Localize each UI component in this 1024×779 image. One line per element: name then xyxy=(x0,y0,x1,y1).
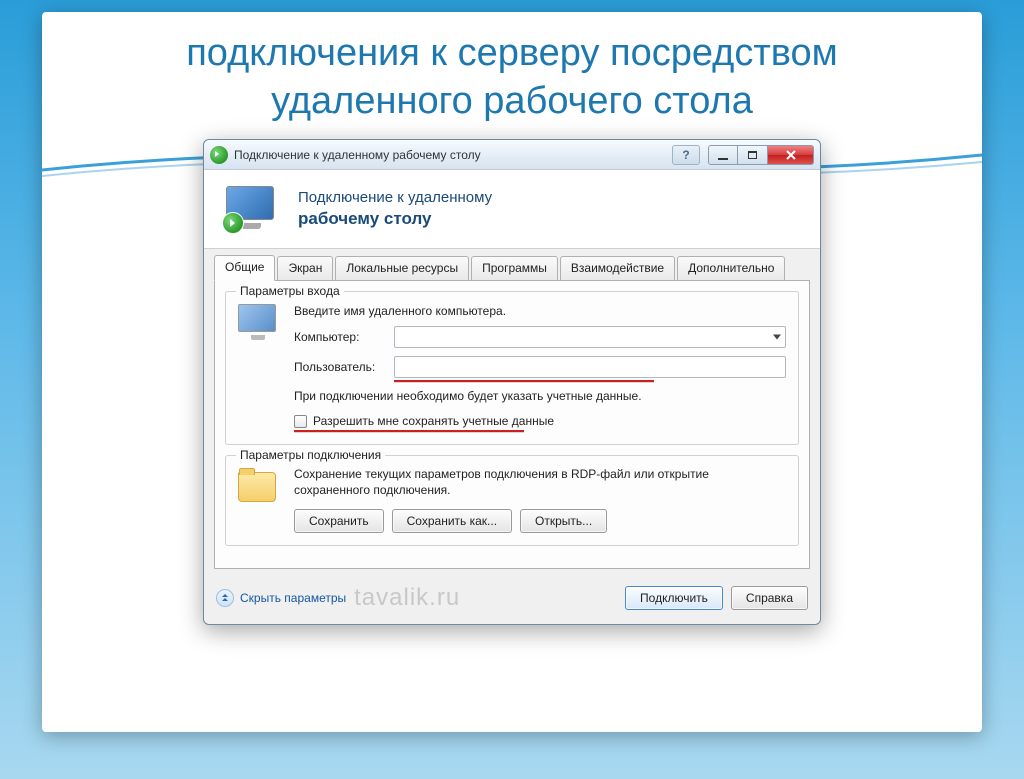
save-button[interactable]: Сохранить xyxy=(294,509,384,533)
tab-strip: Общие Экран Локальные ресурсы Программы … xyxy=(204,249,820,281)
rdp-app-icon xyxy=(210,146,228,164)
save-as-button[interactable]: Сохранить как... xyxy=(392,509,512,533)
annotation-underline-checkbox xyxy=(294,430,524,432)
titlebar[interactable]: Подключение к удаленному рабочему столу … xyxy=(204,140,820,170)
connection-group-legend: Параметры подключения xyxy=(236,448,385,462)
login-settings-group: Параметры входа Введите имя удаленного к… xyxy=(225,291,799,445)
banner-line1: Подключение к удаленному xyxy=(298,188,492,208)
tab-display[interactable]: Экран xyxy=(277,256,333,282)
window-title: Подключение к удаленному рабочему столу xyxy=(234,148,672,162)
banner-line2: рабочему столу xyxy=(298,208,492,230)
slide-title: подключения к серверу посредством удален… xyxy=(82,30,942,125)
folder-icon xyxy=(238,472,276,502)
tab-programs[interactable]: Программы xyxy=(471,256,558,282)
dialog-footer: Скрыть параметры tavalik.ru Подключить С… xyxy=(204,576,820,624)
computer-combobox[interactable] xyxy=(394,326,786,348)
computer-icon xyxy=(238,304,276,332)
login-instruction: Введите имя удаленного компьютера. xyxy=(294,304,786,318)
user-label: Пользователь: xyxy=(294,360,394,374)
maximize-icon xyxy=(748,151,757,159)
tab-local-resources[interactable]: Локальные ресурсы xyxy=(335,256,469,282)
chevron-up-icon xyxy=(216,589,234,607)
rdp-dialog-window: Подключение к удаленному рабочему столу … xyxy=(203,139,821,625)
hide-options-link[interactable]: Скрыть параметры xyxy=(216,589,346,607)
dialog-banner: Подключение к удаленному рабочему столу xyxy=(204,170,820,249)
allow-save-credentials-checkbox[interactable] xyxy=(294,415,307,428)
chevron-down-icon xyxy=(773,335,781,340)
annotation-underline-user xyxy=(394,380,654,382)
help-icon-button[interactable]: ? xyxy=(672,145,700,165)
tab-experience[interactable]: Взаимодействие xyxy=(560,256,675,282)
connection-settings-group: Параметры подключения Сохранение текущих… xyxy=(225,455,799,545)
tab-panel-general: Параметры входа Введите имя удаленного к… xyxy=(214,280,810,569)
maximize-button[interactable] xyxy=(738,145,768,165)
connect-button[interactable]: Подключить xyxy=(625,586,723,610)
login-group-legend: Параметры входа xyxy=(236,284,344,298)
minimize-icon xyxy=(718,158,728,160)
minimize-button[interactable] xyxy=(708,145,738,165)
computer-label: Компьютер: xyxy=(294,330,394,344)
tab-general[interactable]: Общие xyxy=(214,255,275,281)
close-icon xyxy=(785,150,797,160)
close-button[interactable] xyxy=(768,145,814,165)
help-button[interactable]: Справка xyxy=(731,586,808,610)
connection-note: Сохранение текущих параметров подключени… xyxy=(294,466,786,498)
user-input[interactable] xyxy=(394,356,786,378)
tab-advanced[interactable]: Дополнительно xyxy=(677,256,785,282)
allow-save-credentials-label: Разрешить мне сохранять учетные данные xyxy=(313,414,554,428)
open-button[interactable]: Открыть... xyxy=(520,509,607,533)
credentials-note: При подключении необходимо будет указать… xyxy=(294,388,786,404)
watermark-text: tavalik.ru xyxy=(354,584,460,612)
rdp-banner-icon xyxy=(222,184,280,234)
